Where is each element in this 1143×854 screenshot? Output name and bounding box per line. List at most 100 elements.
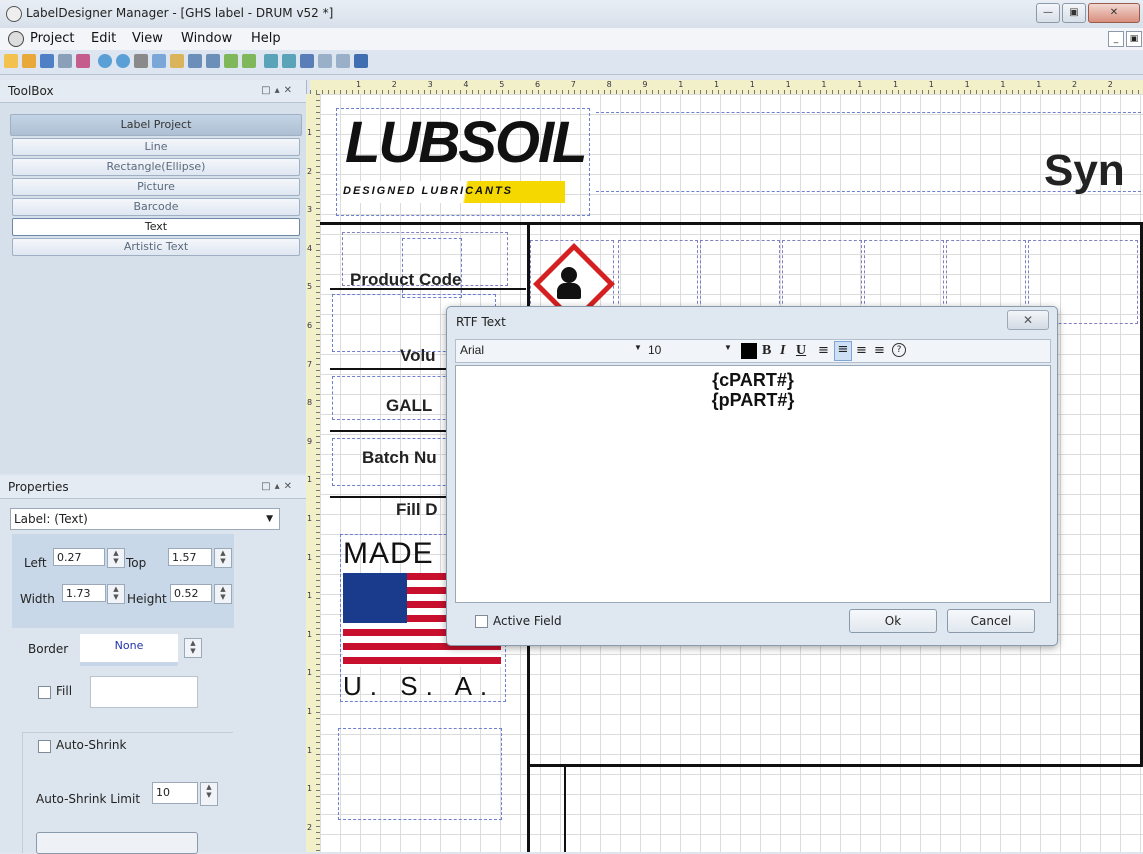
tool-line[interactable]: Line: [12, 138, 300, 156]
ruler-top-number: 1: [1000, 80, 1006, 89]
help-icon[interactable]: ?: [892, 343, 906, 357]
label-selector[interactable]: Label: (Text) ▼: [10, 508, 280, 530]
toolbox-header: ToolBox □▴✕: [0, 80, 306, 103]
ruler-top-number: 1: [356, 80, 362, 89]
rtf-editor[interactable]: {cPART#} {pPART#}: [455, 365, 1051, 603]
align-center-icon[interactable]: [242, 54, 256, 68]
save-icon[interactable]: [40, 54, 54, 68]
height-label: Height: [127, 592, 167, 606]
ghs-figure-head: [561, 267, 577, 283]
align-center-icon[interactable]: ≡: [834, 341, 852, 361]
justify-icon[interactable]: ≡: [874, 343, 885, 358]
menu-edit[interactable]: Edit: [91, 31, 116, 46]
empty-frame[interactable]: [338, 728, 502, 820]
ruler-left-number: 4: [307, 243, 313, 253]
panel-controls-icon[interactable]: □▴✕: [261, 85, 296, 96]
title-partial-text: Syn: [1044, 146, 1125, 195]
tools-icon[interactable]: [58, 54, 72, 68]
close-button[interactable]: ✕: [1088, 3, 1140, 23]
italic-button[interactable]: I: [780, 343, 785, 359]
ruler-top-number: 7: [570, 80, 576, 89]
logo-frame[interactable]: LUBSOIL DESIGNED LUBRICANTS: [336, 108, 590, 216]
toolbox-label-project[interactable]: Label Project: [10, 114, 302, 136]
menu-view[interactable]: View: [132, 31, 163, 46]
active-field-checkbox[interactable]: [475, 615, 488, 628]
ruler-left-number: 1: [307, 591, 313, 601]
autoshrink-checkbox[interactable]: [38, 740, 51, 753]
document-icon[interactable]: [8, 31, 24, 47]
zoom-in-icon[interactable]: [98, 54, 112, 68]
ruler-top-number: 2: [391, 80, 397, 89]
made-text: MADE: [343, 537, 434, 570]
tool-rectangle[interactable]: Rectangle(Ellipse): [12, 158, 300, 176]
ruler-left-number: 3: [307, 205, 313, 215]
ungroup-icon[interactable]: [282, 54, 296, 68]
text-color-swatch[interactable]: [741, 343, 757, 359]
layout-3-icon[interactable]: [354, 54, 368, 68]
redo-icon[interactable]: [206, 54, 220, 68]
paste-icon[interactable]: [170, 54, 184, 68]
ruler-top-number: 1: [785, 80, 791, 89]
top-spinner[interactable]: ▲ ▼: [214, 548, 232, 568]
gallons-text: GALL: [386, 396, 433, 415]
dialog-close-button[interactable]: ✕: [1007, 310, 1049, 330]
ruler-top-number: 1: [928, 80, 934, 89]
border-spinner[interactable]: ▲ ▼: [184, 638, 202, 658]
ok-button[interactable]: Ok: [849, 609, 937, 633]
chevron-down-icon: ▼: [266, 514, 273, 524]
mdi-restore-icon[interactable]: ▣: [1126, 31, 1142, 47]
left-spinner[interactable]: ▲ ▼: [107, 548, 125, 568]
align-left-icon[interactable]: ≡: [818, 343, 829, 358]
height-spinner[interactable]: ▲ ▼: [214, 584, 232, 604]
tool-barcode[interactable]: Barcode: [12, 198, 300, 216]
autoshrink-limit-spinner[interactable]: ▲ ▼: [200, 782, 218, 806]
mdi-minimize-icon[interactable]: _: [1108, 31, 1124, 47]
ruler-top-number: 1: [893, 80, 899, 89]
divider-line: [330, 288, 526, 290]
menu-project[interactable]: Project: [30, 31, 74, 46]
group-icon[interactable]: [264, 54, 278, 68]
properties-more-button[interactable]: [36, 832, 198, 854]
align-left-icon[interactable]: [224, 54, 238, 68]
width-spinner[interactable]: ▲ ▼: [107, 584, 125, 604]
cancel-button[interactable]: Cancel: [947, 609, 1035, 633]
top-input[interactable]: 1.57: [168, 548, 212, 566]
zoom-out-icon[interactable]: [116, 54, 130, 68]
label-divider-lower: [564, 766, 566, 852]
rtf-toolbar: Arial ▼ 10 ▼ B I U ≡ ≡ ≡ ≡ ?: [455, 339, 1051, 363]
left-input[interactable]: 0.27: [53, 548, 105, 566]
font-select[interactable]: Arial ▼: [460, 343, 650, 359]
size-select[interactable]: 10 ▼: [648, 343, 738, 359]
copy-icon[interactable]: [152, 54, 166, 68]
menu-help[interactable]: Help: [251, 31, 281, 46]
underline-button[interactable]: U: [796, 343, 806, 359]
align-right-icon[interactable]: ≡: [856, 343, 867, 358]
minimize-button[interactable]: —: [1036, 3, 1060, 23]
toolbar: [0, 50, 1143, 75]
panel-controls-icon[interactable]: □▴✕: [261, 481, 296, 492]
bold-button[interactable]: B: [762, 343, 771, 359]
border-style-select[interactable]: None: [80, 634, 178, 666]
layout-1-icon[interactable]: [318, 54, 332, 68]
fill-checkbox[interactable]: [38, 686, 51, 699]
ruler-left-number: 1: [307, 745, 313, 755]
width-input[interactable]: 1.73: [62, 584, 106, 602]
menu-window[interactable]: Window: [181, 31, 232, 46]
cut-icon[interactable]: [134, 54, 148, 68]
preview-icon[interactable]: [300, 54, 314, 68]
tool-text[interactable]: Text: [12, 218, 300, 236]
edit-icon[interactable]: [76, 54, 90, 68]
height-input[interactable]: 0.52: [170, 584, 212, 602]
window-title: LabelDesigner Manager - [GHS label - DRU…: [26, 6, 334, 20]
ruler-left-number: 5: [307, 282, 313, 292]
fill-color-swatch[interactable]: [90, 676, 198, 708]
open-icon[interactable]: [22, 54, 36, 68]
layout-2-icon[interactable]: [336, 54, 350, 68]
autoshrink-limit-input[interactable]: 10: [152, 782, 198, 804]
tool-artistic-text[interactable]: Artistic Text: [12, 238, 300, 256]
tool-picture[interactable]: Picture: [12, 178, 300, 196]
maximize-button[interactable]: ▣: [1062, 3, 1086, 23]
undo-icon[interactable]: [188, 54, 202, 68]
flag-canton: [343, 573, 407, 623]
new-icon[interactable]: [4, 54, 18, 68]
